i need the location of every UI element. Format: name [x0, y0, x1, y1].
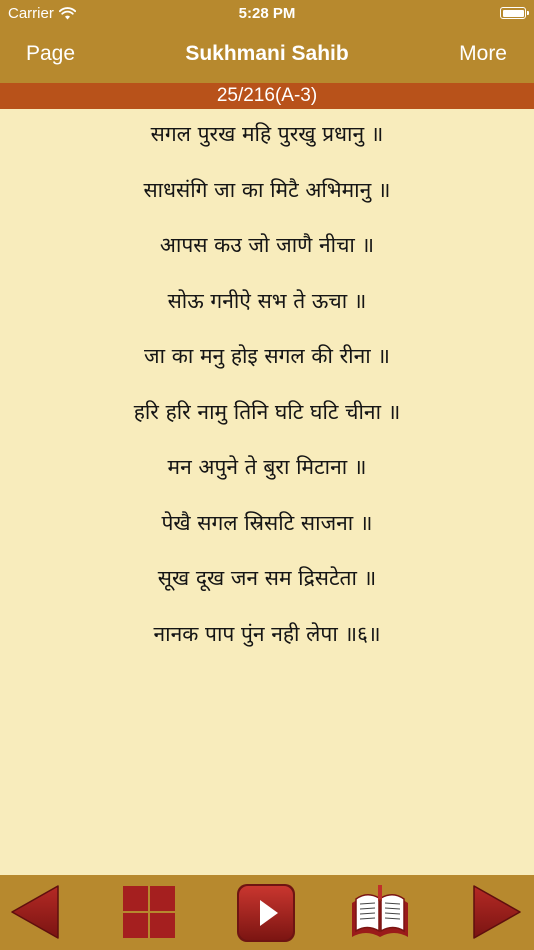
verse-line: मन अपुने ते बुरा मिटाना ॥ — [167, 455, 367, 479]
verse-line: पेखै सगल स्रिसटि साजना ॥ — [161, 510, 373, 535]
battery-icon — [500, 7, 529, 19]
book-icon — [352, 885, 408, 937]
verse-line: सूख दूख जन सम द्रिसटेता ॥ — [157, 566, 377, 590]
more-button[interactable]: More — [459, 42, 507, 66]
page-indicator: 25/216(A-3) — [0, 83, 534, 109]
verse-list: सगल पुरख महि पुरखु प्रधानु ॥ साधसंगि जा … — [0, 109, 534, 662]
previous-arrow-icon — [11, 885, 59, 939]
verse-line: साधसंगि जा का मिटै अभिमानु ॥ — [143, 177, 391, 202]
open-book-button[interactable] — [348, 881, 412, 943]
navigation-bar: Page Sukhmani Sahib More — [0, 28, 534, 83]
verse-line: हरि हरि नामु तिनि घटि घटि चीना ॥ — [133, 399, 401, 424]
next-arrow-icon — [473, 885, 521, 939]
verse-line: नानक पाप पुंन नही लेपा ॥६॥ — [153, 621, 381, 646]
status-bar: Carrier 5:28 PM — [0, 0, 534, 28]
next-page-button[interactable] — [472, 884, 524, 940]
play-icon — [237, 884, 295, 942]
status-time: 5:28 PM — [238, 5, 296, 22]
verse-line: सोऊ गनीऐ सभ ते ऊचा ॥ — [167, 288, 367, 313]
grid-index-icon — [123, 886, 175, 938]
verse-line: जा का मनु होइ सगल की रीना ॥ — [144, 344, 390, 368]
play-button[interactable] — [236, 883, 296, 943]
page-title: Sukhmani Sahib — [185, 42, 349, 65]
bottom-toolbar — [0, 875, 534, 950]
index-grid-button[interactable] — [122, 885, 176, 939]
verse-line: सगल पुरख महि पुरखु प्रधानु ॥ — [150, 122, 384, 146]
previous-page-button[interactable] — [8, 884, 60, 940]
verse-line: आपस कउ जो जाणै नीचा ॥ — [159, 233, 375, 257]
